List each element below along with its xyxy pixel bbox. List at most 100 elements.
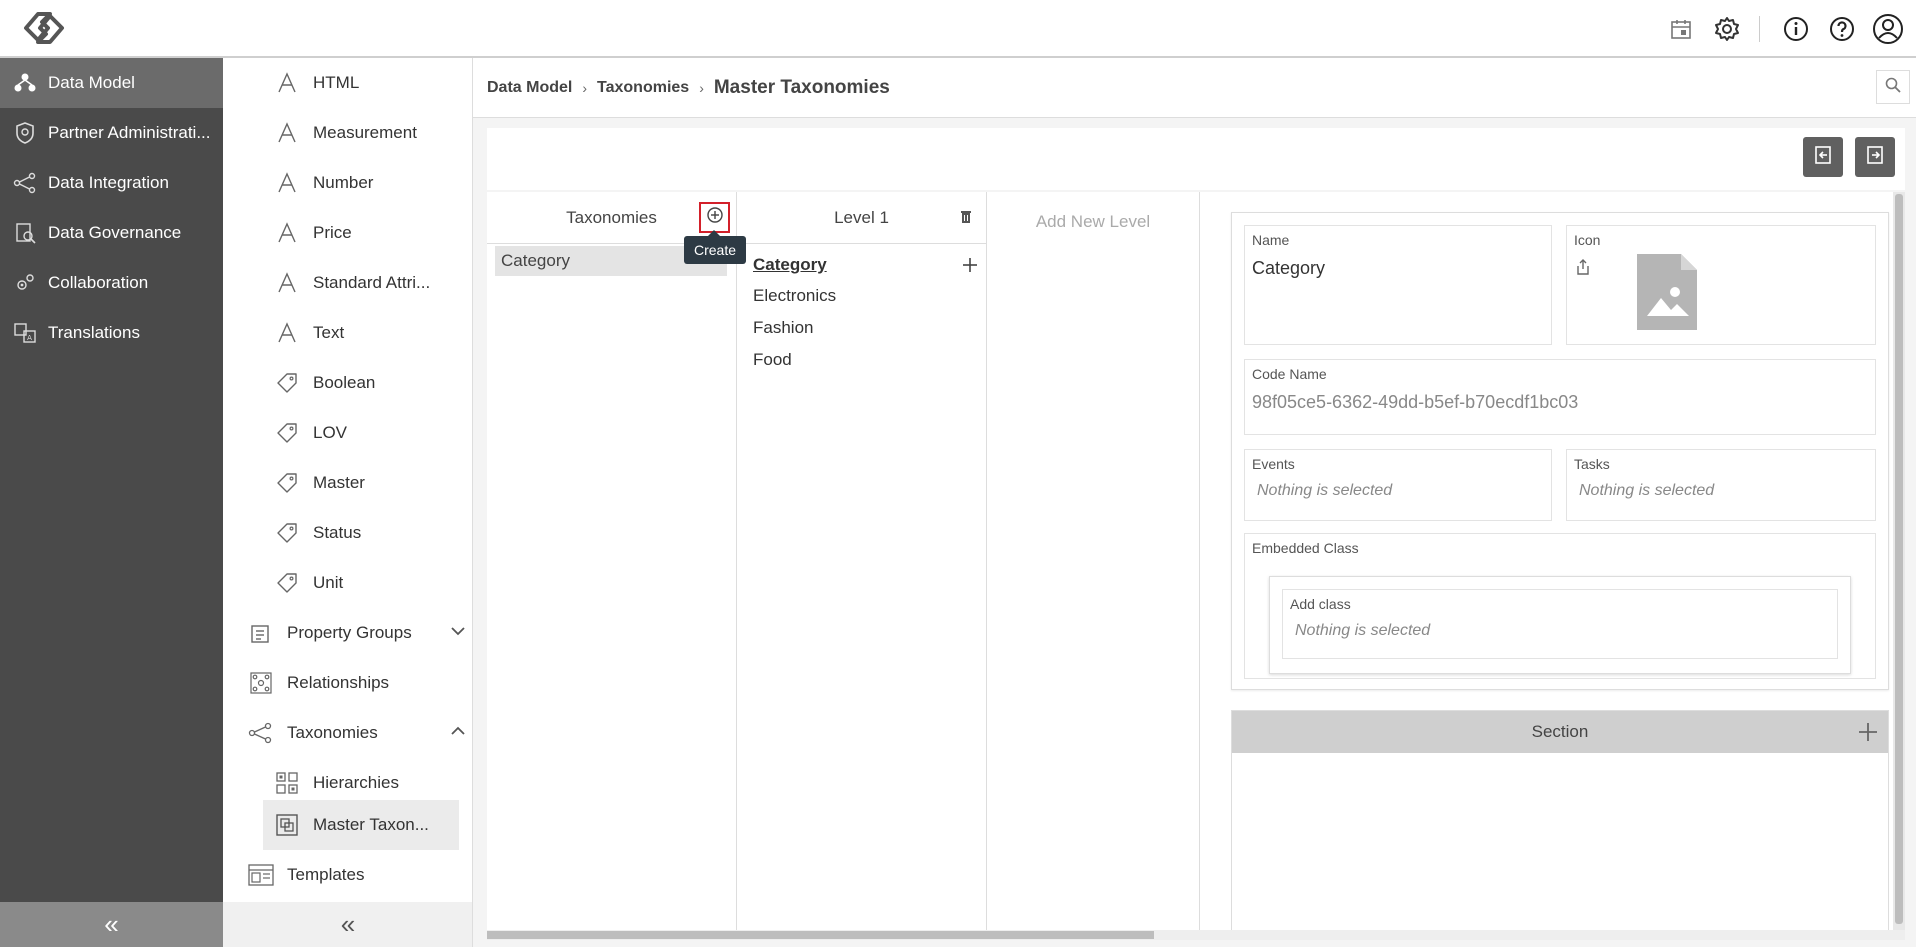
subnav-item-text[interactable]: Text xyxy=(273,308,463,358)
attribute-a-icon xyxy=(273,169,301,197)
create-taxonomy-button[interactable] xyxy=(699,202,730,233)
level-1-column-header: Level 1 xyxy=(737,192,986,244)
governance-icon xyxy=(12,220,38,246)
calendar-icon[interactable] xyxy=(1663,11,1699,47)
field-label: Code Name xyxy=(1252,366,1327,382)
subnav-item-html[interactable]: HTML xyxy=(273,58,463,108)
section-header: Section xyxy=(1232,711,1888,753)
subnav-item-label: Master Taxon... xyxy=(313,815,429,834)
subnav-item-price[interactable]: Price xyxy=(273,208,463,258)
subnav-item-relationships[interactable]: Relationships xyxy=(247,658,467,708)
section-card: Section xyxy=(1231,710,1889,940)
collapse-subnav-button[interactable]: « xyxy=(223,902,472,947)
main-content: Data Model › Taxonomies › Master Taxonom… xyxy=(473,58,1916,947)
field-label: Icon xyxy=(1574,232,1601,248)
search-button[interactable] xyxy=(1876,70,1910,104)
nav-item-data-governance[interactable]: Data Governance xyxy=(0,208,223,258)
import-icon xyxy=(1813,145,1833,170)
subnav-item-unit[interactable]: Unit xyxy=(273,558,463,608)
level-list-item[interactable]: Fashion xyxy=(753,312,983,344)
subnav-item-label: Boolean xyxy=(313,373,376,392)
subnav-item-master-taxonomies[interactable]: Master Taxon... xyxy=(263,800,459,850)
add-new-level-button[interactable]: Add New Level xyxy=(987,212,1199,232)
collaboration-icon xyxy=(12,270,38,296)
nav-item-partner-administration[interactable]: Partner Administrati... xyxy=(0,108,223,158)
breadcrumb-item[interactable]: Taxonomies xyxy=(597,79,689,97)
app-logo[interactable] xyxy=(20,8,68,48)
subnav-item-boolean[interactable]: Boolean xyxy=(273,358,463,408)
nav-item-data-integration[interactable]: Data Integration xyxy=(0,158,223,208)
svg-text:A: A xyxy=(27,334,32,342)
subnav-item-label: Standard Attri... xyxy=(313,273,431,292)
subnav-group-property-groups[interactable]: Property Groups xyxy=(247,608,467,658)
embedded-class-field: Embedded Class Add class Nothing is sele… xyxy=(1244,533,1876,679)
subnav-group-label: Taxonomies xyxy=(287,723,378,742)
subnav-item-standard-attributes[interactable]: Standard Attri... xyxy=(273,258,463,308)
subnav-group-taxonomies[interactable]: Taxonomies xyxy=(247,708,467,758)
level-list-item[interactable]: Electronics xyxy=(753,280,983,312)
tag-icon xyxy=(273,419,301,447)
subnav-item-measurement[interactable]: Measurement xyxy=(273,108,463,158)
attribute-a-icon xyxy=(273,219,301,247)
subnav-item-label: Templates xyxy=(287,865,365,884)
subnav-item-lov[interactable]: LOV xyxy=(273,408,463,458)
breadcrumb-item[interactable]: Data Model xyxy=(487,79,572,97)
field-label: Embedded Class xyxy=(1252,540,1359,556)
subnav-item-status[interactable]: Status xyxy=(273,508,463,558)
events-field[interactable]: Events Nothing is selected xyxy=(1244,449,1552,521)
taxonomy-workspace: Taxonomies Create Category Level 1 Categ… xyxy=(487,192,1905,940)
double-chevron-left-icon: « xyxy=(340,909,356,939)
property-groups-icon xyxy=(247,619,275,647)
delete-level-icon[interactable] xyxy=(960,209,972,229)
events-value: Nothing is selected xyxy=(1257,482,1393,499)
upload-icon[interactable] xyxy=(1575,258,1591,281)
field-label: Add class xyxy=(1290,596,1351,612)
level-parent-label: Category xyxy=(753,255,827,274)
page-title: Master Taxonomies xyxy=(713,76,890,98)
chevron-down-icon xyxy=(449,622,467,645)
help-icon[interactable] xyxy=(1824,11,1860,47)
subnav-item-label: Hierarchies xyxy=(313,773,399,792)
top-bar xyxy=(0,0,1916,58)
tasks-value: Nothing is selected xyxy=(1579,482,1715,499)
gear-icon[interactable] xyxy=(1709,11,1745,47)
tag-icon xyxy=(273,469,301,497)
export-button[interactable] xyxy=(1855,137,1895,177)
nav-item-data-model[interactable]: Data Model xyxy=(0,58,223,108)
nav-item-label: Data Model xyxy=(48,73,135,92)
nav-item-translations[interactable]: A Translations xyxy=(0,308,223,358)
subnav-item-number[interactable]: Number xyxy=(273,158,463,208)
collapse-main-nav-button[interactable]: « xyxy=(0,902,223,947)
add-section-button[interactable] xyxy=(1854,718,1882,746)
horizontal-scrollbar[interactable] xyxy=(487,930,1905,940)
action-toolbar xyxy=(487,128,1905,190)
tasks-field[interactable]: Tasks Nothing is selected xyxy=(1566,449,1876,521)
level-list-item[interactable]: Food xyxy=(753,344,983,376)
add-child-button[interactable] xyxy=(957,252,983,278)
level-parent-item[interactable]: Category xyxy=(753,250,983,280)
info-icon[interactable] xyxy=(1778,11,1814,47)
nav-item-label: Partner Administrati... xyxy=(48,123,211,142)
subnav-item-templates[interactable]: Templates xyxy=(247,850,467,900)
taxonomy-properties-card: Name Category Icon Code Name 98f05ce5-63… xyxy=(1231,212,1889,690)
breadcrumb: Data Model › Taxonomies › Master Taxonom… xyxy=(473,58,1916,118)
column-title: Taxonomies xyxy=(566,207,657,227)
name-field[interactable]: Name Category xyxy=(1244,225,1552,345)
user-icon[interactable] xyxy=(1870,11,1906,47)
image-placeholder-icon[interactable] xyxy=(1637,254,1697,335)
add-class-field[interactable]: Add class Nothing is selected xyxy=(1282,589,1838,659)
subnav-item-master[interactable]: Master xyxy=(273,458,463,508)
vertical-scrollbar[interactable] xyxy=(1893,192,1905,932)
column-title: Level 1 xyxy=(834,207,889,227)
embedded-class-box: Add class Nothing is selected xyxy=(1269,576,1851,674)
nav-item-collaboration[interactable]: Collaboration xyxy=(0,258,223,308)
level-1-list: Category Electronics Fashion Food xyxy=(753,250,983,376)
name-value: Category xyxy=(1252,258,1326,278)
master-taxonomy-icon xyxy=(273,811,301,839)
main-nav: Data Model Partner Administrati... Data … xyxy=(0,58,223,947)
export-icon xyxy=(1865,145,1885,170)
import-button[interactable] xyxy=(1803,137,1843,177)
tag-icon xyxy=(273,569,301,597)
subnav-item-label: HTML xyxy=(313,73,360,92)
nav-item-label: Data Governance xyxy=(48,223,182,242)
